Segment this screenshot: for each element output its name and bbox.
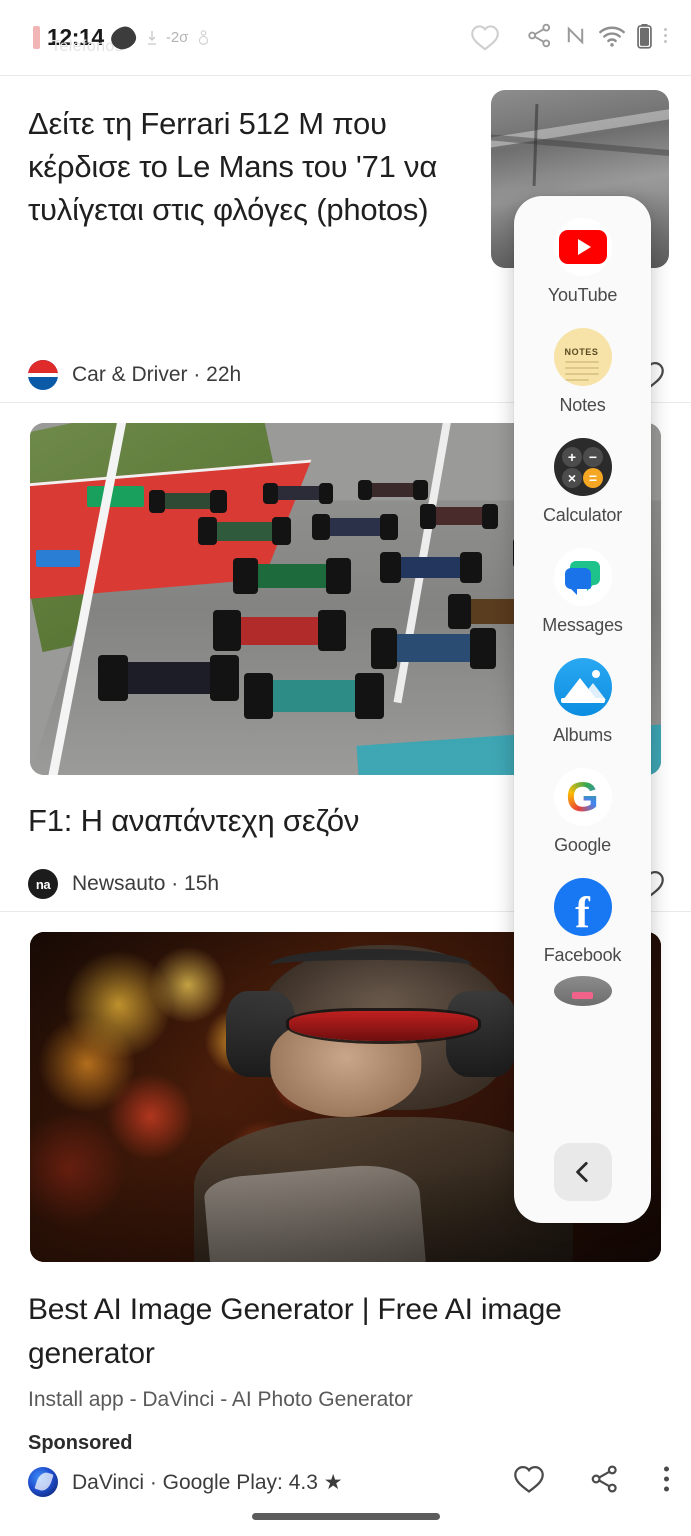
more-options-icon[interactable] (664, 1466, 669, 1492)
app-label: Facebook (543, 945, 622, 965)
calc-key-equals: = (583, 467, 603, 488)
calc-key-times: × (562, 467, 582, 488)
article-source-line: Car & Driver · 22h (72, 363, 242, 386)
youtube-icon (553, 218, 612, 276)
back-chevron-icon (575, 1161, 588, 1183)
app-item-facebook[interactable]: f Facebook (514, 878, 651, 966)
source-logo-text: na (35, 876, 51, 892)
app-item-albums[interactable]: Albums (514, 658, 651, 746)
share-icon (528, 23, 551, 48)
article-title: Best AI Image Generator | Free AI image … (28, 1293, 562, 1370)
like-heart-icon[interactable] (513, 1465, 545, 1494)
app-item-youtube[interactable]: YouTube (514, 218, 651, 306)
article-title: Δείτε τη Ferrari 512 M που κέρδισε το Le… (28, 106, 438, 227)
messages-icon (553, 548, 612, 606)
app-item-partially-hidden[interactable] (514, 976, 651, 1006)
google-icon: G (553, 768, 612, 826)
app-label: Messages (542, 615, 623, 635)
app-label: Notes (559, 395, 606, 415)
calculator-icon: + − × = (553, 438, 612, 496)
app-label: YouTube (547, 285, 618, 305)
source-logo-davinci (28, 1467, 58, 1497)
status-bar-left: 12:14 Telefonos -2σ (33, 23, 211, 55)
app-item-calculator[interactable]: + − × = Calculator (514, 438, 651, 526)
status-clock: 12:14 (47, 24, 104, 50)
albums-icon (553, 658, 612, 716)
calc-key-plus: + (562, 446, 582, 467)
article-meta-row: DaVinci · Google Play: 4.3 ★ (0, 1455, 691, 1503)
status-bar-right (526, 22, 667, 49)
floating-app-panel[interactable]: YouTube NOTES Notes + − × = Calculator M… (514, 196, 651, 1223)
app-item-google[interactable]: G Google (514, 768, 651, 856)
sponsored-label: Sponsored (28, 1432, 133, 1454)
favorite-heart-icon[interactable] (470, 24, 500, 51)
google-glyph: G (566, 773, 599, 820)
source-logo-car-and-driver (28, 360, 58, 390)
download-arrow-icon (147, 30, 156, 45)
calc-key-minus: − (583, 446, 603, 467)
status-bar: 12:14 Telefonos -2σ (0, 0, 691, 76)
notch-indicator (33, 26, 40, 49)
phone-screen: 12:14 Telefonos -2σ Δείτε τη Ferrari 512… (0, 0, 691, 1536)
source-logo-newsauto: na (28, 869, 58, 899)
battery-icon (637, 23, 652, 49)
app-item-notes[interactable]: NOTES Notes (514, 328, 651, 416)
app-label: Albums (553, 725, 612, 745)
app-label: Google (554, 835, 611, 855)
facebook-glyph: f (575, 888, 590, 936)
overflow-dots-icon[interactable] (664, 28, 667, 43)
notification-blob-icon (108, 23, 139, 52)
wifi-icon (599, 25, 625, 47)
status-minor-icons: -2σ (147, 29, 211, 46)
nfc-icon (567, 26, 584, 45)
hidden-app-icon (553, 976, 612, 1006)
app-label: Calculator (542, 505, 623, 525)
article-source-line: Newsauto · 15h (72, 872, 220, 895)
heart-small-icon (199, 29, 209, 45)
article-source-line: DaVinci · Google Play: 4.3 ★ (72, 1470, 343, 1494)
notes-icon: NOTES (553, 328, 612, 386)
article-action-bar (513, 1464, 669, 1495)
article-subtitle: Install app - DaVinci - AI Photo Generat… (28, 1388, 413, 1411)
facebook-icon: f (553, 878, 612, 936)
home-gesture-bar[interactable] (251, 1513, 440, 1520)
share-icon[interactable] (589, 1464, 620, 1495)
panel-back-button[interactable] (553, 1143, 612, 1201)
notes-badge-text: NOTES (564, 346, 599, 357)
app-item-messages[interactable]: Messages (514, 548, 651, 636)
temperature-text: -2σ (165, 29, 189, 46)
